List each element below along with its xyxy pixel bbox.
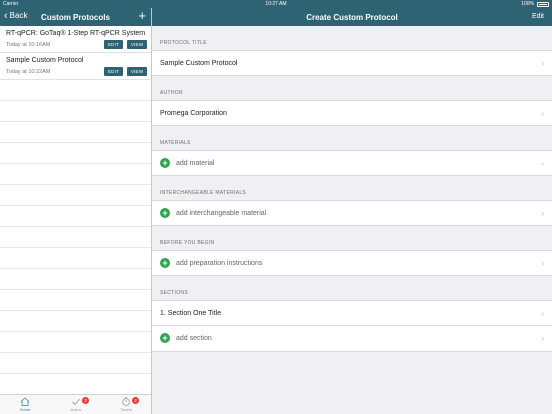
chevron-right-icon: › bbox=[541, 334, 544, 343]
add-preparation-label: add preparation instructions bbox=[175, 260, 263, 267]
check-icon bbox=[72, 398, 80, 406]
edit-button[interactable]: Edit bbox=[532, 13, 544, 20]
protocol-title: Sample Custom Protocol bbox=[6, 57, 84, 64]
empty-row bbox=[0, 311, 151, 332]
battery-percent: 100% bbox=[521, 1, 534, 7]
sidebar-title: Custom Protocols bbox=[41, 13, 110, 22]
protocol-title-value: Sample Custom Protocol bbox=[160, 60, 238, 67]
home-icon bbox=[20, 397, 30, 406]
section-item-label: 1. Section One Title bbox=[160, 310, 222, 317]
protocol-title: RT-qPCR: GoTaq® 1-Step RT-qPCR System bbox=[6, 30, 146, 37]
section-header-sections: SECTIONS bbox=[160, 290, 188, 296]
battery-icon bbox=[537, 2, 549, 7]
protocol-list: RT-qPCR: GoTaq® 1-Step RT-qPCR System To… bbox=[0, 26, 151, 394]
page-title: Create Custom Protocol bbox=[306, 13, 398, 22]
protocol-form: PROTOCOL TITLE Sample Custom Protocol › … bbox=[152, 26, 552, 414]
add-section-label: add section bbox=[175, 335, 212, 342]
add-protocol-button[interactable]: + bbox=[138, 9, 146, 22]
tab-label: Home bbox=[19, 407, 31, 412]
chevron-right-icon: › bbox=[541, 259, 544, 268]
chevron-right-icon: › bbox=[541, 209, 544, 218]
status-bar: Carrier 10:27 AM 100% bbox=[0, 0, 552, 8]
empty-row bbox=[0, 143, 151, 164]
edit-protocol-button[interactable]: EDIT bbox=[104, 40, 123, 49]
empty-row bbox=[0, 227, 151, 248]
empty-row bbox=[0, 122, 151, 143]
plus-icon: + bbox=[160, 208, 170, 219]
plus-icon: + bbox=[160, 158, 170, 169]
tab-home[interactable]: Home bbox=[10, 397, 40, 412]
section-header-before-you-begin: BEFORE YOU BEGIN bbox=[160, 240, 215, 246]
chevron-right-icon: › bbox=[541, 309, 544, 318]
tab-active[interactable]: 3 Active bbox=[61, 397, 91, 412]
view-protocol-button[interactable]: VIEW bbox=[127, 67, 147, 76]
tab-timers[interactable]: 2 Timers bbox=[111, 397, 141, 412]
add-material-button[interactable]: + add material › bbox=[152, 150, 552, 176]
section-header-materials: MATERIALS bbox=[160, 140, 191, 146]
active-count-badge: 3 bbox=[82, 397, 89, 404]
protocol-date: Today at 10:16AM bbox=[6, 42, 51, 48]
protocol-title-field[interactable]: Sample Custom Protocol › bbox=[152, 50, 552, 76]
chevron-right-icon: › bbox=[541, 159, 544, 168]
empty-row bbox=[0, 101, 151, 122]
add-preparation-button[interactable]: + add preparation instructions › bbox=[152, 250, 552, 276]
protocol-date: Today at 10:22AM bbox=[6, 69, 51, 75]
author-value: Promega Corporation bbox=[160, 110, 227, 117]
section-header-interchangeable: INTERCHANGEABLE MATERIALS bbox=[160, 190, 247, 196]
empty-row bbox=[0, 248, 151, 269]
tab-label: Timers bbox=[119, 407, 133, 412]
empty-row bbox=[0, 290, 151, 311]
edit-protocol-button[interactable]: EDIT bbox=[104, 67, 123, 76]
timers-count-badge: 2 bbox=[132, 397, 139, 404]
list-item[interactable]: Sample Custom Protocol Today at 10:22AM … bbox=[0, 53, 151, 80]
add-section-button[interactable]: + add section › bbox=[152, 326, 552, 352]
empty-row bbox=[0, 269, 151, 290]
empty-row bbox=[0, 353, 151, 374]
add-interchangeable-label: add interchangeable material bbox=[175, 210, 267, 217]
empty-row bbox=[0, 164, 151, 185]
tab-bar: Home 3 Active 2 Timers bbox=[0, 394, 151, 414]
author-field[interactable]: Promega Corporation › bbox=[152, 100, 552, 126]
add-material-label: add material bbox=[175, 160, 215, 167]
timer-icon bbox=[122, 397, 130, 406]
chevron-right-icon: › bbox=[541, 109, 544, 118]
tab-label: Active bbox=[70, 407, 82, 412]
section-item[interactable]: 1. Section One Title › bbox=[152, 300, 552, 326]
plus-icon: + bbox=[160, 333, 170, 344]
add-interchangeable-button[interactable]: + add interchangeable material › bbox=[152, 200, 552, 226]
clock: 10:27 AM bbox=[265, 1, 287, 7]
list-item[interactable]: RT-qPCR: GoTaq® 1-Step RT-qPCR System To… bbox=[0, 26, 151, 53]
plus-icon: + bbox=[160, 258, 170, 269]
sidebar-nav-bar: ‹ Back Custom Protocols + bbox=[0, 8, 151, 26]
section-header-author: AUTHOR bbox=[160, 90, 183, 96]
empty-row bbox=[0, 332, 151, 353]
detail-nav-bar: Create Custom Protocol Edit bbox=[152, 8, 552, 26]
section-header-title: PROTOCOL TITLE bbox=[160, 40, 207, 46]
empty-row bbox=[0, 206, 151, 227]
empty-row bbox=[0, 185, 151, 206]
view-protocol-button[interactable]: VIEW bbox=[127, 40, 147, 49]
chevron-right-icon: › bbox=[541, 59, 544, 68]
empty-row bbox=[0, 80, 151, 101]
